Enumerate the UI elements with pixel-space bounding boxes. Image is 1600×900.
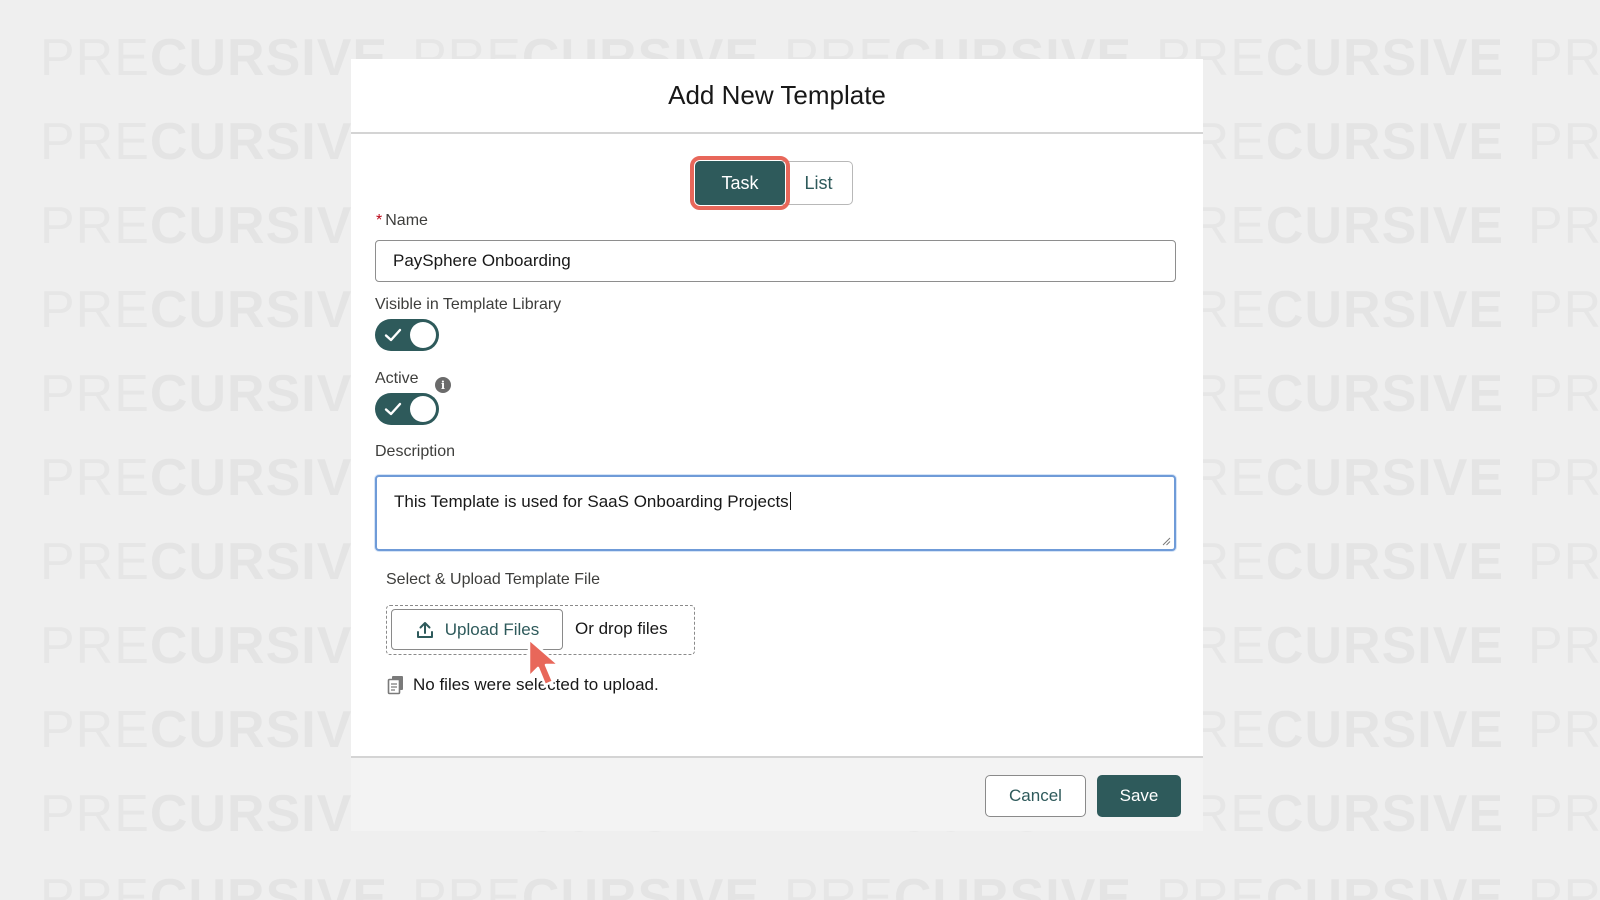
watermark-logo: PRECURSIVE <box>1156 448 1528 508</box>
cancel-button[interactable]: Cancel <box>985 775 1086 817</box>
text-caret <box>789 492 791 510</box>
watermark-logo: PRECURSIVE <box>1528 196 1600 256</box>
required-marker: * <box>376 212 383 229</box>
visible-library-toggle[interactable] <box>375 319 439 351</box>
watermark-logo: PRECURSIVE <box>1528 112 1600 172</box>
description-text: This Template is used for SaaS Onboardin… <box>394 492 789 511</box>
watermark-logo: PRECURSIVE <box>784 868 1156 900</box>
name-label-text: Name <box>385 212 428 229</box>
name-input[interactable]: PaySphere Onboarding <box>375 240 1176 282</box>
watermark-logo: PRECURSIVE <box>1528 532 1600 592</box>
watermark-logo: PRECURSIVE <box>1528 700 1600 760</box>
watermark-logo: PRECURSIVE <box>1528 280 1600 340</box>
resize-grip-icon[interactable] <box>1162 537 1171 546</box>
watermark-logo: PRECURSIVE <box>1156 196 1528 256</box>
watermark-row: PRECURSIVEPRECURSIVEPRECURSIVEPRECURSIVE… <box>40 868 1600 900</box>
watermark-logo: PRECURSIVE <box>1156 784 1528 844</box>
modal-footer: Cancel Save <box>351 756 1203 831</box>
toggle-knob <box>410 322 436 348</box>
watermark-logo: PRECURSIVE <box>1156 280 1528 340</box>
watermark-logo: PRECURSIVE <box>1156 700 1528 760</box>
watermark-logo: PRECURSIVE <box>1156 28 1528 88</box>
upload-icon <box>416 621 433 638</box>
watermark-logo: PRECURSIVE <box>40 868 412 900</box>
upload-status: No files were selected to upload. <box>387 675 659 695</box>
watermark-logo: PRECURSIVE <box>1528 616 1600 676</box>
type-tab-group: Task List <box>690 156 853 210</box>
modal-header: Add New Template <box>351 59 1203 134</box>
tab-list[interactable]: List <box>785 162 852 204</box>
watermark-logo: PRECURSIVE <box>1156 616 1528 676</box>
watermark-logo: PRECURSIVE <box>1528 784 1600 844</box>
watermark-logo: PRECURSIVE <box>1156 112 1528 172</box>
modal-title: Add New Template <box>668 80 886 110</box>
active-toggle[interactable] <box>375 393 439 425</box>
save-button[interactable]: Save <box>1097 775 1181 817</box>
watermark-logo: PRECURSIVE <box>412 868 784 900</box>
watermark-logo: PRECURSIVE <box>1528 448 1600 508</box>
watermark-logo: PRECURSIVE <box>1528 868 1600 900</box>
description-label: Description <box>375 443 456 460</box>
add-template-modal: Add New Template Task List * Name PaySphe… <box>351 59 1203 831</box>
active-label: Active <box>375 370 419 387</box>
description-textarea[interactable]: This Template is used for SaaS Onboardin… <box>375 475 1176 551</box>
watermark-logo: PRECURSIVE <box>1528 28 1600 88</box>
name-label: * Name <box>376 212 428 230</box>
watermark-logo: PRECURSIVE <box>1528 364 1600 424</box>
watermark-logo: PRECURSIVE <box>1156 532 1528 592</box>
visible-library-label: Visible in Template Library <box>375 296 562 313</box>
mouse-pointer-icon <box>527 637 561 687</box>
upload-label: Select & Upload Template File <box>386 571 601 588</box>
watermark-logo: PRECURSIVE <box>1156 868 1528 900</box>
watermark-logo: PRECURSIVE <box>1156 364 1528 424</box>
check-icon <box>384 402 402 416</box>
files-icon <box>387 676 403 695</box>
check-icon <box>384 328 402 342</box>
drop-files-text: Or drop files <box>575 619 668 638</box>
toggle-knob <box>410 396 436 422</box>
tab-task[interactable]: Task <box>690 156 790 210</box>
info-icon[interactable]: i <box>435 377 451 393</box>
